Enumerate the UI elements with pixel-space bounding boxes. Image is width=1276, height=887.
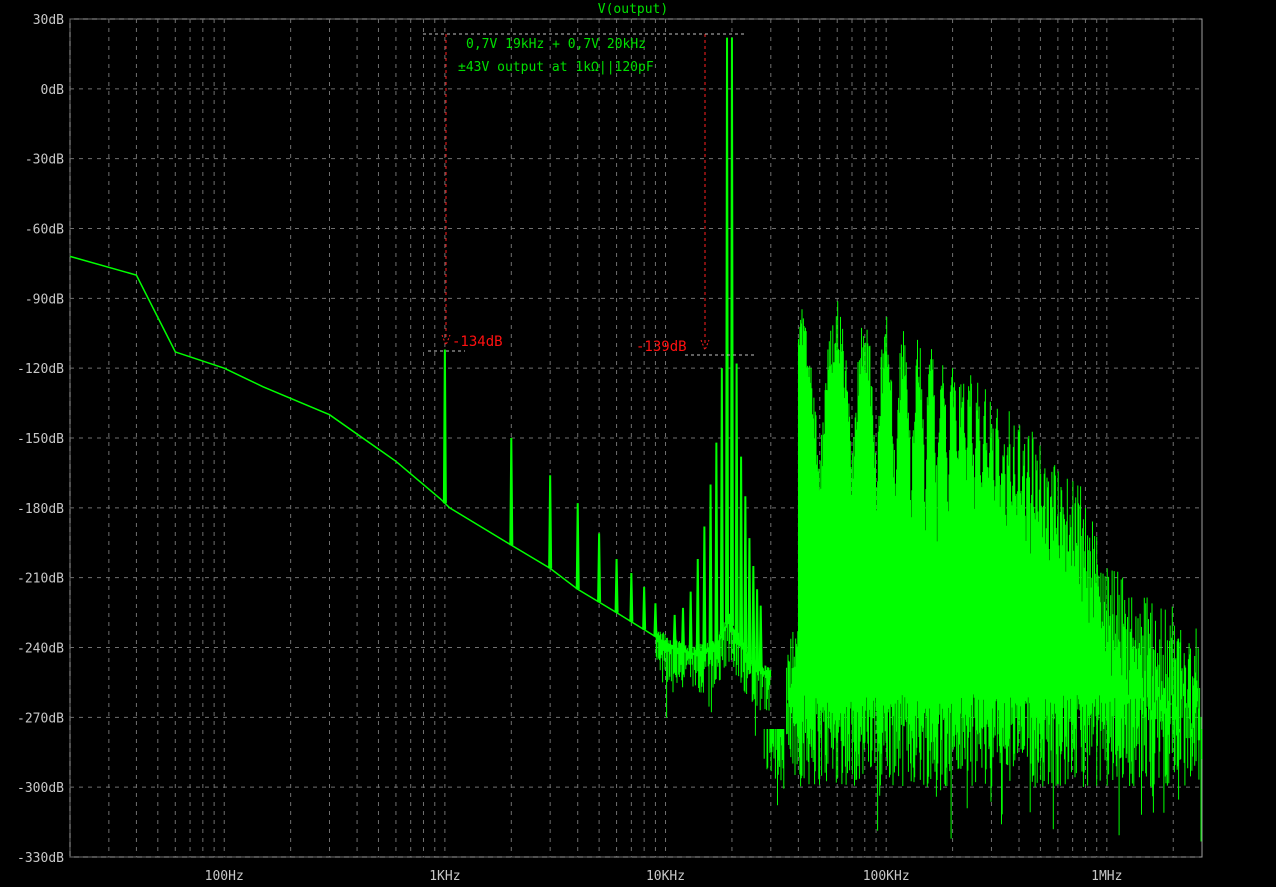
fft-plot[interactable]: -134dB -139dB 0,7V 19kHz + 0,7V 20kHz ±4… xyxy=(0,0,1276,887)
y-tick-label: -90dB xyxy=(25,292,64,307)
x-tick-label: 100Hz xyxy=(205,869,244,884)
trace-spike xyxy=(751,566,756,667)
chart-title: V(output) xyxy=(598,2,668,17)
trace-spike xyxy=(702,526,707,651)
trace-spike xyxy=(575,503,580,590)
y-tick-label: 30dB xyxy=(33,13,64,28)
trace-spike xyxy=(614,559,619,613)
cursor-1-label: -134dB xyxy=(452,334,503,350)
y-tick-label: -30dB xyxy=(25,153,64,168)
trace-spike xyxy=(734,363,739,639)
y-tick-label: -60dB xyxy=(25,223,64,238)
trace-spike xyxy=(442,349,447,504)
cursors[interactable]: -134dB -139dB xyxy=(423,33,755,356)
trace-spike xyxy=(739,456,744,646)
trace-spike xyxy=(743,496,748,653)
x-tick-label: 100KHz xyxy=(863,869,910,884)
trace-noise-floor xyxy=(763,301,1203,842)
trace-spike xyxy=(725,37,730,625)
cursor-2-label: -139dB xyxy=(636,339,687,355)
trace-spike xyxy=(755,589,760,669)
trace-v-output xyxy=(69,37,1203,842)
y-tick-label: -210dB xyxy=(17,572,64,587)
trace-spike xyxy=(758,605,763,671)
y-tick-label: -270dB xyxy=(17,711,64,726)
x-tick-label: 1KHz xyxy=(429,869,460,884)
trace-spike xyxy=(688,591,693,655)
y-tick-label: -120dB xyxy=(17,362,64,377)
y-tick-label: -180dB xyxy=(17,502,64,517)
trace-spike xyxy=(719,368,724,635)
trace-spike xyxy=(509,437,514,546)
trace-spike xyxy=(747,538,752,660)
y-tick-label: -240dB xyxy=(17,642,64,657)
trace-spike xyxy=(629,572,634,622)
trace-spike xyxy=(548,475,553,569)
trace-spike xyxy=(695,559,700,653)
y-tick-label: -150dB xyxy=(17,432,64,447)
y-tick-label: 0dB xyxy=(41,83,65,98)
trace-spike xyxy=(642,586,647,630)
y-tick-label: -300dB xyxy=(17,781,64,796)
annotation-line-2: ±43V output at 1kΩ||120pF xyxy=(458,60,654,75)
annotation-line-1: 0,7V 19kHz + 0,7V 20kHz xyxy=(466,37,646,52)
trace-spike xyxy=(597,533,602,603)
trace-spike xyxy=(729,37,734,626)
x-tick-label: 10KHz xyxy=(646,869,685,884)
x-tick-label: 1MHz xyxy=(1091,869,1122,884)
trace-spike xyxy=(708,484,713,650)
trace-spike xyxy=(714,442,719,648)
y-tick-label: -330dB xyxy=(17,851,64,866)
